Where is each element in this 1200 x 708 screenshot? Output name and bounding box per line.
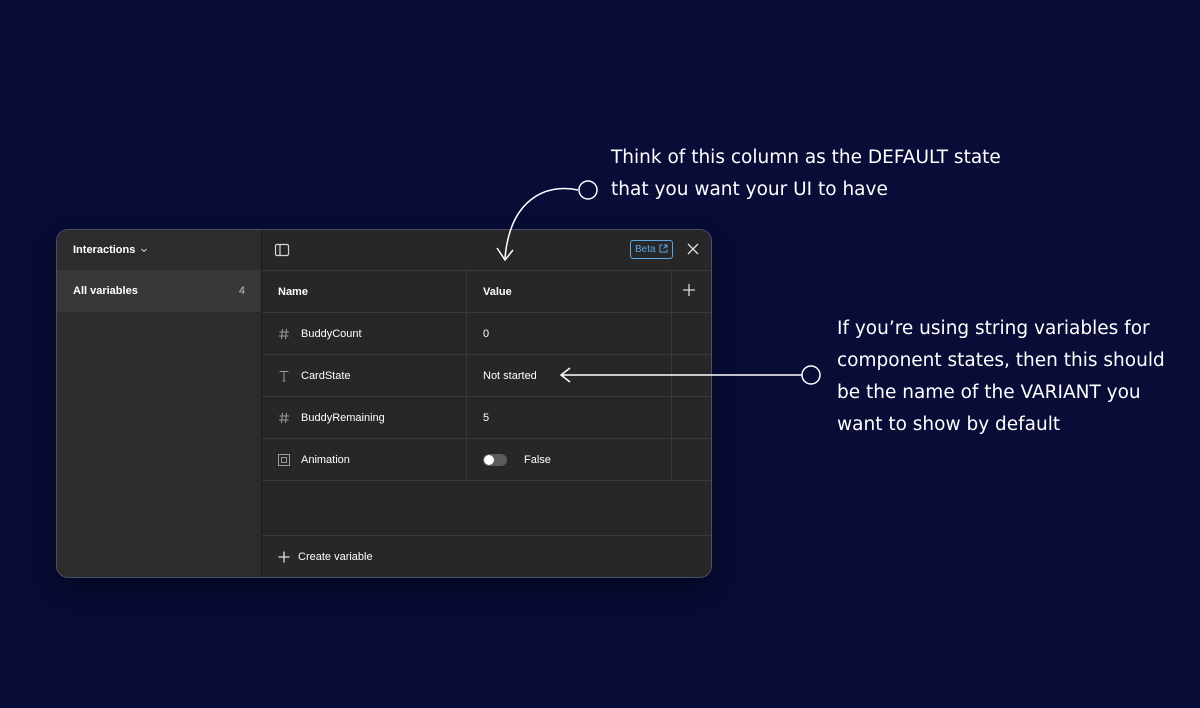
straight-arrow-to-cardstate bbox=[559, 365, 821, 385]
curved-arrow-to-value-column bbox=[496, 180, 598, 262]
annotation-arrows bbox=[496, 180, 821, 385]
